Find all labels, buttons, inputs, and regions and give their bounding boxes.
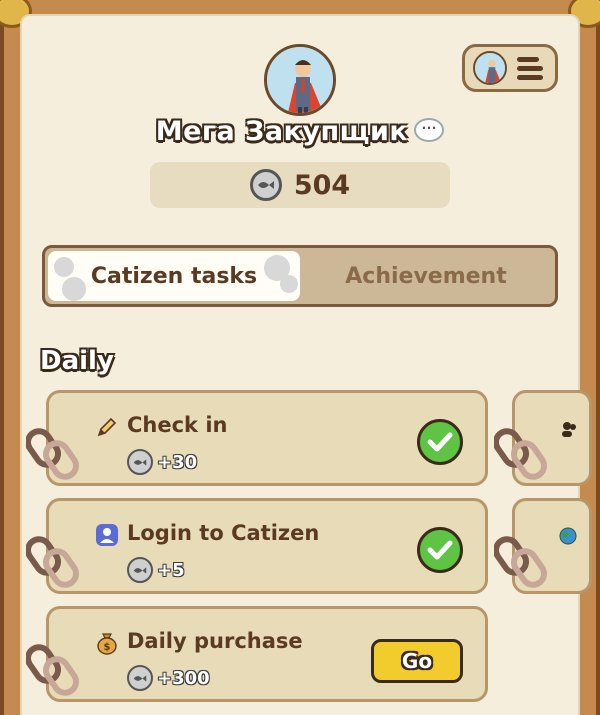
reward-amount: +30 (157, 451, 198, 473)
task-title: Check in (127, 413, 228, 437)
task-card-login: Login to Catizen +5 (46, 498, 488, 594)
username-row: Мега Закупщик ··· (0, 116, 600, 147)
pencil-icon (95, 415, 119, 439)
decor-dot (54, 257, 74, 277)
fish-coin-icon (127, 449, 153, 475)
tab-label: Catizen tasks (90, 263, 258, 289)
chain-link-icon (26, 428, 80, 480)
chat-bubble-icon[interactable]: ··· (414, 117, 445, 142)
fish-coin-icon (249, 169, 282, 201)
profile-avatar[interactable] (264, 44, 336, 116)
reward-amount: +5 (157, 559, 185, 581)
task-reward: +30 (127, 449, 197, 475)
balance-value: 504 (293, 169, 351, 201)
chain-link-icon (494, 536, 548, 588)
task-tabs: Catizen tasks Achievement (42, 245, 558, 307)
fish-coin-icon (127, 665, 153, 691)
task-title: Daily purchase (127, 629, 303, 653)
decor-dot (62, 277, 86, 301)
money-bag-icon: $ (95, 631, 119, 655)
go-button[interactable]: Go (371, 639, 463, 683)
section-title-daily: Daily (40, 346, 114, 376)
tab-label: Achievement (345, 263, 507, 289)
decor-dot (280, 275, 298, 293)
globe-icon (559, 527, 577, 545)
chain-link-icon (26, 536, 80, 588)
task-title: Login to Catizen (127, 521, 320, 545)
tab-achievement[interactable]: Achievement (300, 251, 552, 301)
profile-menu-button[interactable] (462, 44, 558, 92)
fish-coin-icon (127, 557, 153, 583)
task-card-daily-purchase: $ Daily purchase +300 Go (46, 606, 488, 702)
coin-balance: 504 (150, 162, 450, 208)
svg-text:$: $ (104, 642, 111, 653)
task-reward: +300 (127, 665, 210, 691)
chain-link-icon (26, 644, 80, 696)
completed-check-icon (417, 419, 463, 465)
hamburger-menu-icon (517, 56, 543, 80)
task-card-check-in: Check in +30 (46, 390, 488, 486)
chain-link-icon (494, 428, 548, 480)
users-icon (562, 422, 576, 437)
reward-amount: +300 (157, 667, 210, 689)
username-label: Мега Закупщик (155, 116, 409, 147)
completed-check-icon (417, 527, 463, 573)
mini-avatar (473, 51, 507, 85)
superhero-avatar-icon (475, 53, 505, 83)
tab-catizen-tasks[interactable]: Catizen tasks (48, 251, 300, 301)
user-badge-icon (95, 523, 119, 547)
task-reward: +5 (127, 557, 185, 583)
